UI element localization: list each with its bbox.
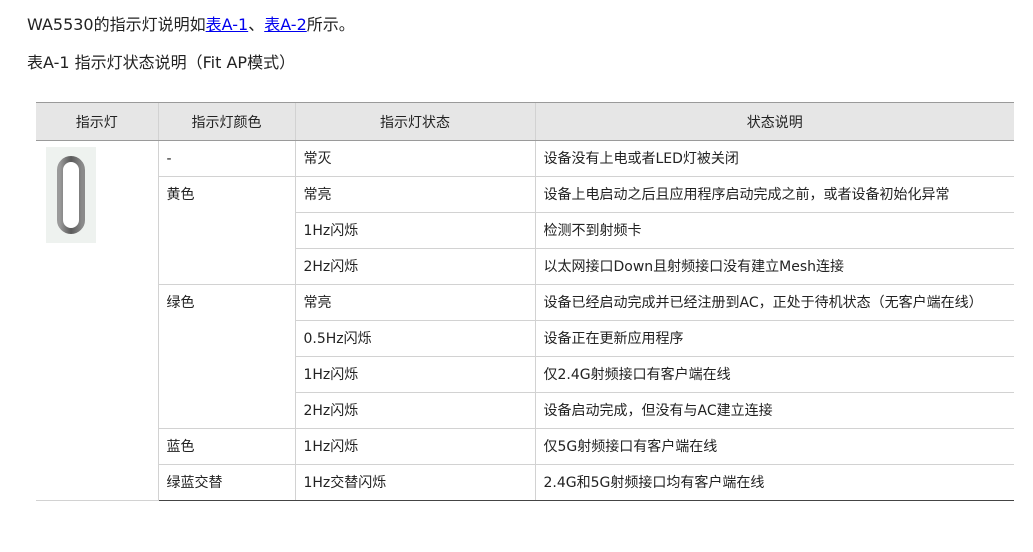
description-cell: 检测不到射频卡 [534,212,1014,249]
state-cell: 1Hz闪烁 [294,212,535,249]
header-indicator-state: 指示灯状态 [294,102,535,141]
description-cell: 2.4G和5G射频接口均有客户端在线 [534,464,1014,501]
description-cell: 设备正在更新应用程序 [534,320,1014,357]
intro-text-prefix: WA5530的指示灯说明如 [27,15,206,34]
description-cell: 设备上电启动之后且应用程序启动完成之前，或者设备初始化异常 [534,176,1014,213]
color-cell: 黄色 [157,176,295,285]
description-cell: 仅5G射频接口有客户端在线 [534,428,1014,465]
intro-separator: 、 [248,15,265,34]
state-cell: 2Hz闪烁 [294,248,535,285]
description-cell: 仅2.4G射频接口有客户端在线 [534,356,1014,393]
description-cell: 以太网接口Down且射频接口没有建立Mesh连接 [534,248,1014,285]
state-cell: 2Hz闪烁 [294,392,535,429]
led-indicator-icon-graphic [57,156,85,234]
description-cell: 设备启动完成，但没有与AC建立连接 [534,392,1014,429]
description-cell: 设备没有上电或者LED灯被关闭 [534,140,1014,177]
table-row: 蓝色 1Hz闪烁 仅5G射频接口有客户端在线 [36,428,1014,465]
header-indicator-color: 指示灯颜色 [157,102,295,141]
state-cell: 0.5Hz闪烁 [294,320,535,357]
table-header-row: 指示灯 指示灯颜色 指示灯状态 状态说明 [36,102,1014,141]
intro-text-suffix: 所示。 [306,15,355,34]
state-cell: 1Hz闪烁 [294,428,535,465]
led-indicator-icon [46,147,96,243]
state-cell: 常亮 [294,176,535,213]
intro-paragraph: WA5530的指示灯说明如表A-1、表A-2所示。 [27,14,355,36]
state-cell: 常灭 [294,140,535,177]
color-cell: 蓝色 [157,428,295,465]
description-cell: 设备已经启动完成并已经注册到AC，正处于待机状态（无客户端在线） [534,284,1014,321]
color-cell: 绿色 [157,284,295,429]
table-row: 黄色 常亮 设备上电启动之后且应用程序启动完成之前，或者设备初始化异常 [36,176,1014,285]
link-table-a2[interactable]: 表A-2 [264,15,307,34]
state-cell: 1Hz闪烁 [294,356,535,393]
table-row: - 常灭 设备没有上电或者LED灯被关闭 [36,140,1014,501]
indicator-cell [36,140,158,501]
color-cell: 绿蓝交替 [157,464,295,501]
header-state-description: 状态说明 [534,102,1014,141]
state-cell: 1Hz交替闪烁 [294,464,535,501]
table-caption: 表A-1 指示灯状态说明（Fit AP模式） [27,53,296,72]
state-cell: 常亮 [294,284,535,321]
table-row: 绿蓝交替 1Hz交替闪烁 2.4G和5G射频接口均有客户端在线 [36,464,1014,501]
table-row: 绿色 常亮 设备已经启动完成并已经注册到AC，正处于待机状态（无客户端在线） [36,284,1014,429]
link-table-a1[interactable]: 表A-1 [206,15,249,34]
color-cell: - [157,140,295,177]
header-indicator: 指示灯 [36,102,158,141]
indicator-status-table: 指示灯 指示灯颜色 指示灯状态 状态说明 - 常灭 设备没有上电或者LED灯被关… [36,102,1014,501]
